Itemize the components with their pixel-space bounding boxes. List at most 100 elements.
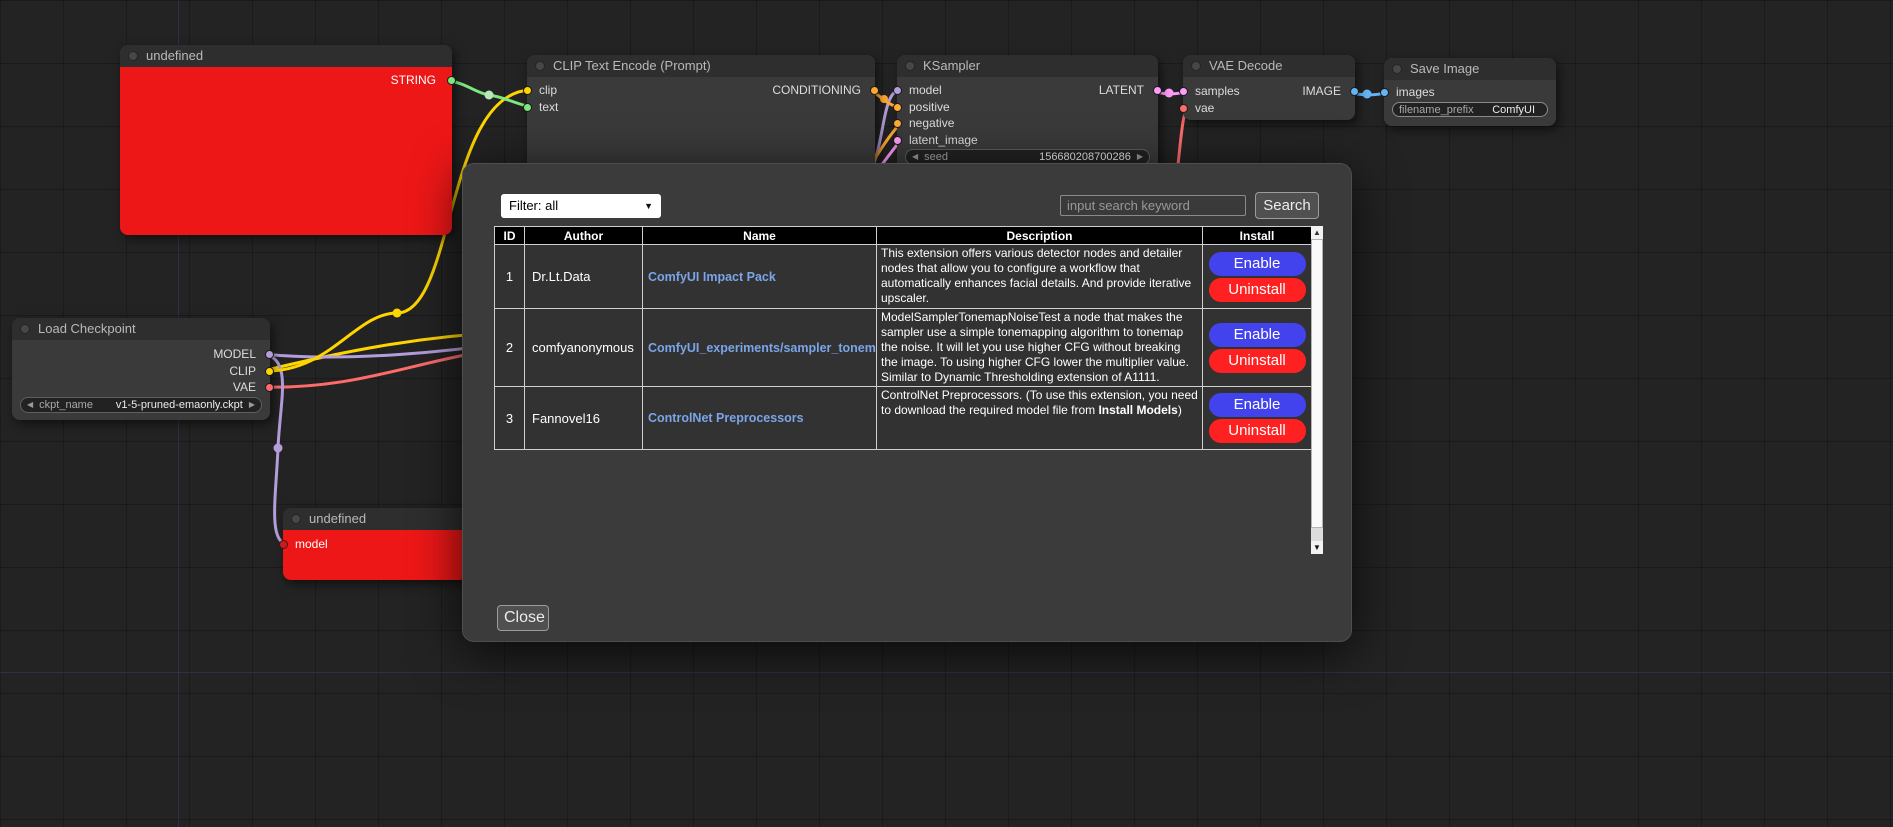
search-input[interactable] [1060, 195, 1246, 216]
input-label-samples: samples [1195, 84, 1240, 98]
node-clip-text-encode[interactable]: CLIP Text Encode (Prompt) clip text COND… [527, 55, 875, 175]
decrement-arrow-icon[interactable]: ◀ [912, 153, 918, 161]
node-undefined-bottom[interactable]: undefined model [283, 508, 468, 580]
enable-button[interactable]: Enable [1209, 393, 1306, 417]
input-dot-model[interactable] [279, 540, 288, 549]
wire-dot [274, 444, 283, 453]
description-text: This extension offers various detector n… [881, 246, 1191, 305]
input-dot-model[interactable] [893, 86, 902, 95]
output-dot-model[interactable] [265, 350, 274, 359]
node-title-bar[interactable]: CLIP Text Encode (Prompt) [527, 55, 875, 77]
table-row: 3 Fannovel16 ControlNet Preprocessors Co… [495, 387, 1312, 450]
output-dot-clip[interactable] [265, 367, 274, 376]
node-title-bar[interactable]: KSampler [897, 55, 1158, 77]
output-dot-latent[interactable] [1153, 86, 1162, 95]
cell-id: 2 [495, 309, 525, 387]
input-label-model: model [909, 83, 942, 97]
node-title-bar[interactable]: undefined [120, 45, 452, 67]
comfyui-canvas[interactable]: { "canvas": { "nodes": { "undefined_top"… [0, 0, 1893, 827]
output-label-string: STRING [391, 73, 436, 87]
wire-dot [880, 95, 888, 103]
input-dot-clip[interactable] [523, 86, 532, 95]
scroll-down-icon[interactable]: ▼ [1311, 541, 1323, 554]
node-title-bar[interactable]: VAE Decode [1183, 55, 1355, 77]
increment-arrow-icon[interactable]: ▶ [1137, 153, 1143, 161]
search-button[interactable]: Search [1255, 192, 1319, 219]
cell-name: ComfyUI_experiments/sampler_tonemap [643, 309, 877, 387]
cell-id: 1 [495, 245, 525, 309]
ckpt-name-value: v1-5-pruned-emaonly.ckpt [116, 399, 243, 411]
output-label-image: IMAGE [1302, 84, 1341, 98]
output-dot-image[interactable] [1350, 87, 1359, 96]
description-text: ModelSamplerTonemapNoiseTest a node that… [881, 310, 1189, 384]
node-load-checkpoint[interactable]: Load Checkpoint MODEL CLIP VAE ◀ ckpt_na… [12, 318, 270, 420]
output-dot-string[interactable] [447, 76, 456, 85]
uninstall-button[interactable]: Uninstall [1209, 349, 1306, 373]
extension-link[interactable]: ControlNet Preprocessors [648, 411, 804, 425]
ckpt-name-label: ckpt_name [39, 399, 93, 411]
scrollbar[interactable]: ▲ ▼ [1311, 226, 1323, 554]
enable-button[interactable]: Enable [1209, 323, 1306, 347]
extension-table-container: ID Author Name Description Install 1 Dr.… [494, 226, 1323, 554]
close-button[interactable]: Close [497, 605, 549, 631]
uninstall-button[interactable]: Uninstall [1209, 419, 1306, 443]
cell-name: ControlNet Preprocessors [643, 387, 877, 450]
table-header-row: ID Author Name Description Install [495, 227, 1312, 245]
output-label-model: MODEL [213, 347, 256, 361]
input-label-text: text [539, 100, 558, 114]
cell-name: ComfyUI Impact Pack [643, 245, 877, 309]
node-status-dot [291, 514, 301, 524]
node-ksampler[interactable]: KSampler model positive negative latent_… [897, 55, 1158, 175]
input-dot-latent-image[interactable] [893, 136, 902, 145]
scroll-up-icon[interactable]: ▲ [1311, 226, 1323, 239]
wire-dot [393, 309, 402, 318]
input-dot-negative[interactable] [893, 119, 902, 128]
input-dot-text[interactable] [523, 103, 532, 112]
decrement-arrow-icon[interactable]: ◀ [27, 401, 33, 409]
uninstall-button[interactable]: Uninstall [1209, 278, 1306, 302]
extension-link[interactable]: ComfyUI Impact Pack [648, 270, 776, 284]
increment-arrow-icon[interactable]: ▶ [249, 401, 255, 409]
node-status-dot [1191, 61, 1201, 71]
enable-button[interactable]: Enable [1209, 252, 1306, 276]
input-dot-vae[interactable] [1179, 104, 1188, 113]
output-dot-vae[interactable] [265, 383, 274, 392]
output-label-vae: VAE [233, 380, 256, 394]
node-undefined-top[interactable]: undefined STRING [120, 45, 452, 235]
description-bold: Install Models [1098, 403, 1177, 417]
cell-install: Enable Uninstall [1203, 309, 1312, 387]
node-title: KSampler [923, 58, 980, 73]
node-title: undefined [309, 511, 366, 526]
node-vae-decode[interactable]: VAE Decode samples vae IMAGE [1183, 55, 1355, 120]
node-title-bar[interactable]: Save Image [1384, 58, 1556, 80]
extension-link[interactable]: ComfyUI_experiments/sampler_tonemap [648, 341, 877, 355]
input-label-negative: negative [909, 116, 954, 130]
node-title: CLIP Text Encode (Prompt) [553, 58, 711, 73]
input-dot-positive[interactable] [893, 103, 902, 112]
node-title: Load Checkpoint [38, 321, 136, 336]
input-label-positive: positive [909, 100, 950, 114]
scrollbar-thumb[interactable] [1311, 239, 1323, 528]
input-label-latent-image: latent_image [909, 133, 978, 147]
node-status-dot [535, 61, 545, 71]
input-dot-samples[interactable] [1179, 87, 1188, 96]
node-save-image[interactable]: Save Image images filename_prefix ComfyU… [1384, 58, 1556, 126]
wire-dot [485, 91, 494, 100]
header-install: Install [1203, 227, 1312, 245]
cell-id: 3 [495, 387, 525, 450]
filter-select[interactable]: Filter: all ▼ [501, 194, 661, 218]
header-name: Name [643, 227, 877, 245]
node-title-bar[interactable]: undefined [283, 508, 468, 530]
node-title-bar[interactable]: Load Checkpoint [12, 318, 270, 340]
description-tail: ) [1178, 403, 1182, 417]
ckpt-name-widget[interactable]: ◀ ckpt_name v1-5-pruned-emaonly.ckpt ▶ [20, 397, 262, 413]
header-id: ID [495, 227, 525, 245]
output-dot-conditioning[interactable] [870, 86, 879, 95]
input-dot-images[interactable] [1380, 88, 1389, 97]
seed-label: seed [924, 151, 948, 163]
wire-dot [1363, 90, 1372, 99]
cell-install: Enable Uninstall [1203, 387, 1312, 450]
cell-description: This extension offers various detector n… [877, 245, 1203, 309]
filename-prefix-widget[interactable]: filename_prefix ComfyUI [1392, 102, 1548, 117]
cell-install: Enable Uninstall [1203, 245, 1312, 309]
